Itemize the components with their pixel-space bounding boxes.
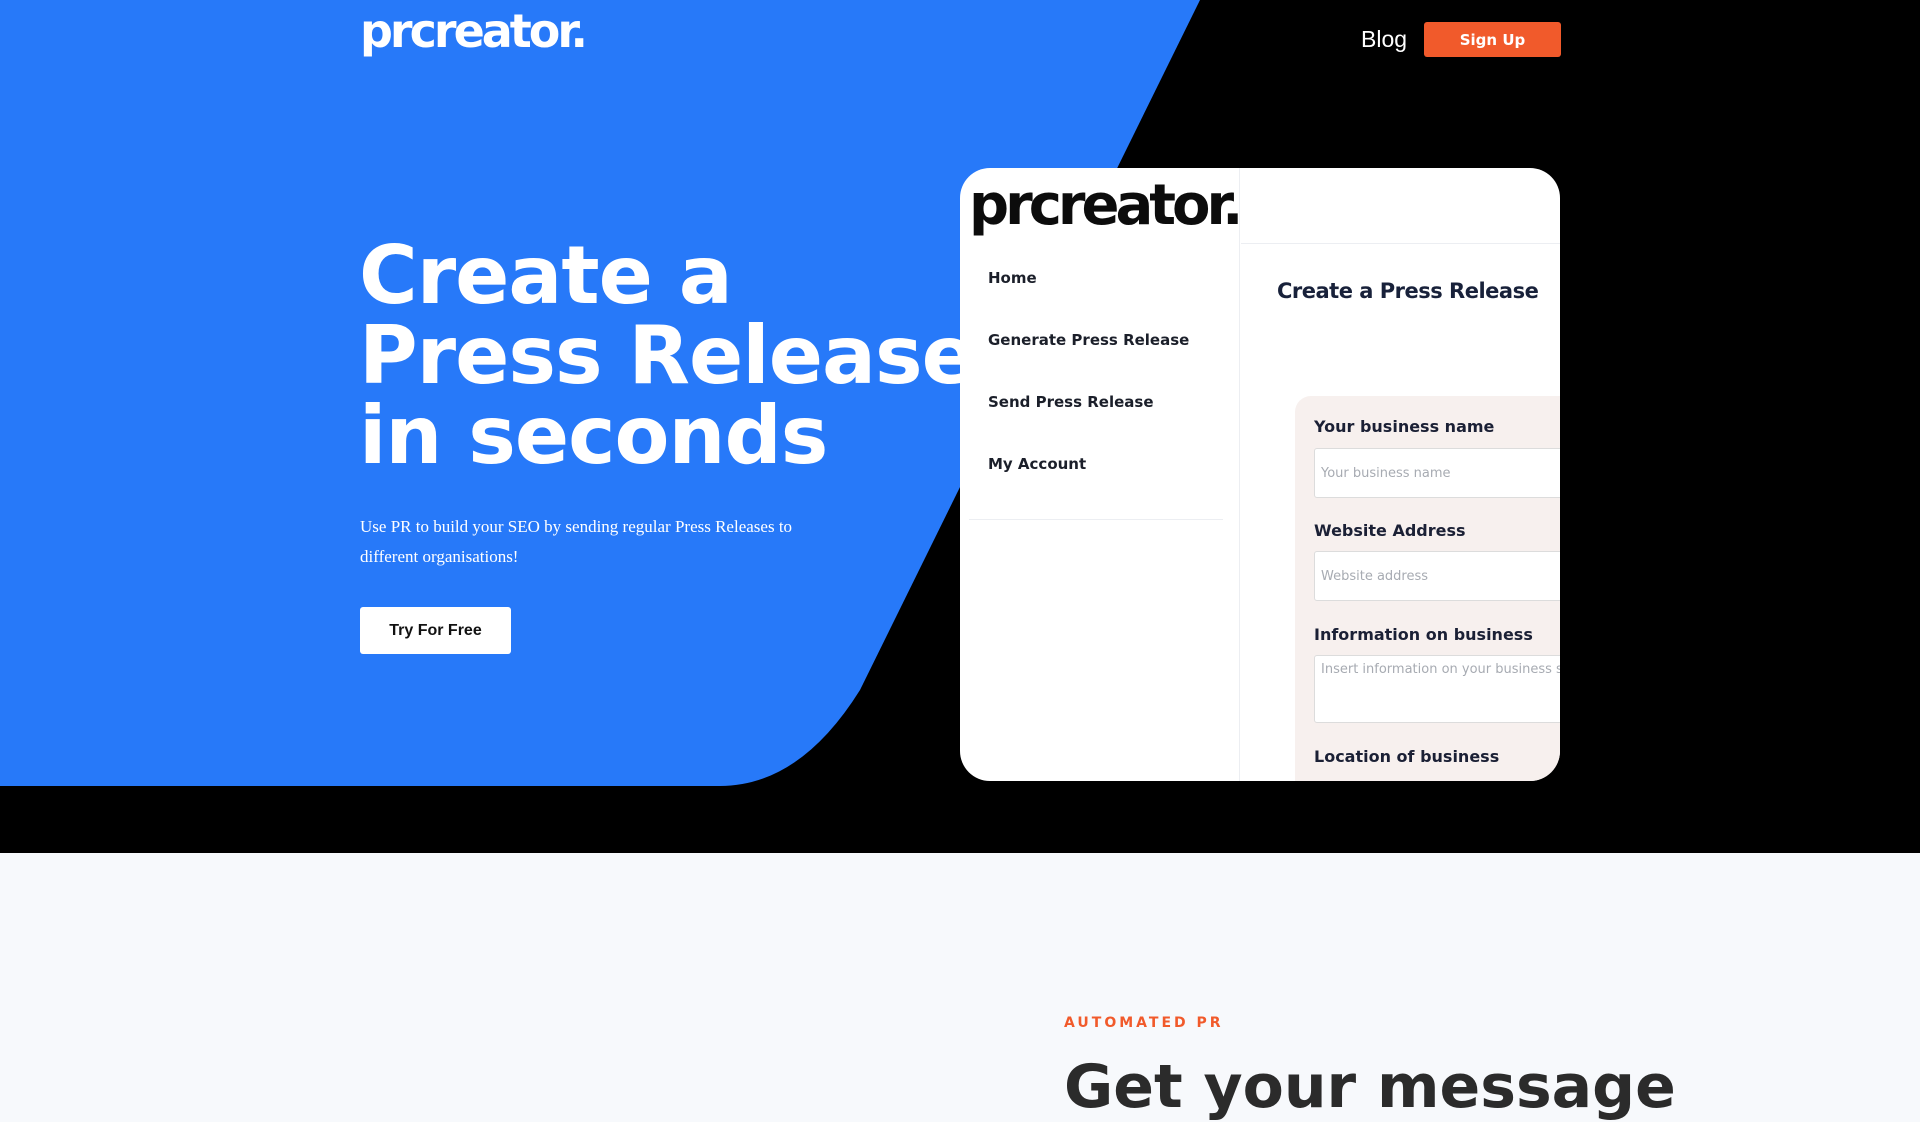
mockup-nav-item-account[interactable]: My Account: [988, 454, 1189, 516]
hero-headline: Create a Press Release in seconds: [359, 229, 976, 482]
signup-button[interactable]: Sign Up: [1424, 22, 1561, 57]
business-name-label: Your business name: [1314, 417, 1495, 436]
mockup-form-card: Your business name Website Address Infor…: [1295, 396, 1560, 781]
try-for-free-button[interactable]: Try For Free: [360, 607, 511, 654]
mockup-nav-item-send[interactable]: Send Press Release: [988, 392, 1189, 454]
hero-subtext: Use PR to build your SEO by sending regu…: [360, 517, 793, 566]
mockup-nav-item-home[interactable]: Home: [988, 268, 1189, 330]
mockup-sidebar-divider: [969, 519, 1223, 520]
site-logo[interactable]: prcreator.: [360, 8, 588, 54]
mockup-topbar: [1241, 168, 1560, 244]
nav-blog-link[interactable]: Blog: [1361, 24, 1407, 54]
business-info-label: Information on business: [1314, 625, 1533, 644]
app-screenshot-mockup: prcreator. Home Generate Press Release S…: [960, 168, 1560, 781]
hero-section: prcreator. Blog Sign Up Create a Press R…: [0, 0, 1920, 853]
mockup-nav-item-generate[interactable]: Generate Press Release: [988, 330, 1189, 392]
mockup-logo: prcreator.: [969, 173, 1243, 238]
business-name-input[interactable]: [1314, 448, 1560, 498]
mockup-sidebar: prcreator. Home Generate Press Release S…: [960, 168, 1243, 781]
website-label: Website Address: [1314, 521, 1466, 540]
location-label: Location of business: [1314, 747, 1500, 766]
mockup-page-title: Create a Press Release: [1277, 279, 1539, 303]
feature-eyebrow: AUTOMATED PR: [1064, 1015, 1224, 1031]
website-input[interactable]: [1314, 551, 1560, 601]
mockup-nav: Home Generate Press Release Send Press R…: [988, 268, 1189, 516]
business-info-textarea[interactable]: [1314, 655, 1560, 723]
feature-heading: Get your message: [1064, 1052, 1676, 1122]
